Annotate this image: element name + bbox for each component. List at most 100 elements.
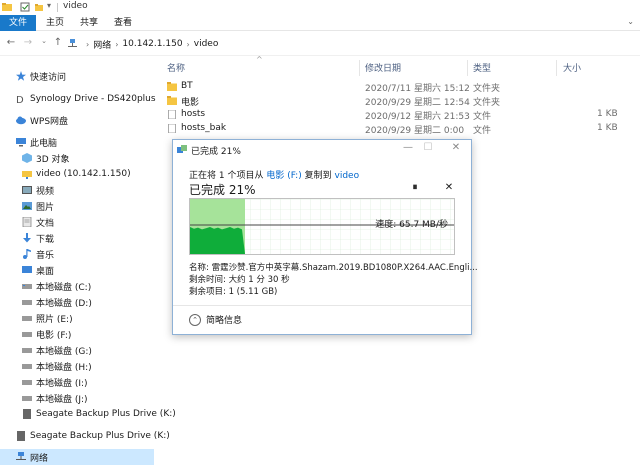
document-icon xyxy=(22,217,32,227)
music-icon xyxy=(23,249,31,259)
recent-dropdown-icon[interactable]: ⌄ xyxy=(38,37,50,45)
column-divider[interactable] xyxy=(556,60,557,76)
sidebar-item-drive-e[interactable]: 照片 (E:) xyxy=(0,310,154,326)
column-header-type[interactable]: 类型 xyxy=(473,61,491,75)
minimize-icon[interactable]: — xyxy=(401,142,415,153)
breadcrumb-video[interactable]: video xyxy=(194,39,219,49)
folder-icon xyxy=(2,3,12,11)
sidebar-item-drive-d[interactable]: 本地磁盘 (D:) xyxy=(0,294,154,310)
speed-label: 速度: 65.7 MB/秒 xyxy=(375,220,448,230)
drive-icon xyxy=(22,380,32,385)
column-divider[interactable] xyxy=(467,60,468,76)
sidebar-item-this-pc[interactable]: 此电脑 xyxy=(0,134,154,150)
svg-text:D: D xyxy=(16,95,24,104)
breadcrumb-chevron-icon: › xyxy=(86,39,90,49)
quick-access-dropdown-icon[interactable]: ▾ xyxy=(47,1,57,11)
forward-arrow-icon[interactable]: → xyxy=(22,37,34,48)
transfer-speed-graph: 速度: 65.7 MB/秒 xyxy=(189,198,455,255)
sidebar-item-seagate-k[interactable]: Seagate Backup Plus Drive (K:) xyxy=(0,406,176,422)
sidebar-item-seagate-k-root[interactable]: Seagate Backup Plus Drive (K:) xyxy=(0,428,170,444)
file-icon xyxy=(168,110,176,119)
title-bar: ▾ video xyxy=(0,0,640,15)
file-row[interactable]: hosts 2020/9/12 星期六 21:53 文件 1 KB xyxy=(165,108,635,122)
copy-progress-dialog: 已完成 21% — ☐ ✕ 正在将 1 个项目从 电影 (F:) 复制到 vid… xyxy=(172,139,478,335)
sidebar-item-documents[interactable]: 文档 xyxy=(0,214,154,230)
ribbon-tabs: 文件 主页 共享 查看 ⌄ xyxy=(0,15,640,31)
source-link[interactable]: 电影 (F:) xyxy=(266,171,301,181)
tab-view[interactable]: 查看 xyxy=(108,15,138,31)
sidebar-item-drive-c[interactable]: 本地磁盘 (C:) xyxy=(0,278,154,294)
file-row[interactable]: hosts_bak 2020/9/29 星期二 0:00 文件 1 KB xyxy=(165,122,635,136)
divider xyxy=(57,3,58,12)
breadcrumb-host[interactable]: 10.142.1.150 xyxy=(122,39,182,49)
video-icon xyxy=(22,186,32,194)
copy-icon xyxy=(177,145,187,153)
cloud-icon xyxy=(16,116,26,125)
sidebar-item-desktop[interactable]: 桌面 xyxy=(0,262,154,278)
cancel-icon[interactable]: ✕ xyxy=(443,182,455,193)
network-icon xyxy=(16,452,26,460)
computer-icon xyxy=(16,138,26,147)
column-divider[interactable] xyxy=(359,60,360,76)
properties-icon[interactable] xyxy=(20,2,30,12)
address-path[interactable]: › 网络 › 10.142.1.150 › video xyxy=(67,37,637,51)
sidebar-item-3d-objects[interactable]: 3D 对象 xyxy=(0,150,154,166)
sidebar-item-music[interactable]: 音乐 xyxy=(0,246,154,262)
sort-indicator-icon: ^ xyxy=(256,55,263,64)
sidebar-item-synology[interactable]: D Synology Drive - DS420plus xyxy=(0,91,156,107)
tab-share[interactable]: 共享 xyxy=(74,15,104,31)
tab-file[interactable]: 文件 xyxy=(0,15,36,31)
file-row[interactable]: 电影 2020/9/29 星期二 12:54 文件夹 xyxy=(165,94,635,108)
file-name-info: 名称: 雷霆沙赞.官方中英字幕.Shazam.2019.BD1080P.X264… xyxy=(189,263,478,273)
file-row[interactable]: BT 2020/7/11 星期六 15:12 文件夹 xyxy=(165,80,635,94)
network-folder-icon xyxy=(22,171,32,179)
progress-status: 已完成 21% xyxy=(189,183,256,197)
breadcrumb-chevron-icon: › xyxy=(186,39,190,49)
less-info-button[interactable]: ⌃ 简略信息 xyxy=(189,313,242,326)
window-title: video xyxy=(63,1,88,11)
navigation-pane: 快速访问 D Synology Drive - DS420plus WPS网盘 … xyxy=(0,60,176,476)
folder-icon xyxy=(167,82,177,91)
drive-icon xyxy=(22,348,32,353)
sidebar-item-drive-h[interactable]: 本地磁盘 (H:) xyxy=(0,358,154,374)
sidebar-item-drive-g[interactable]: 本地磁盘 (G:) xyxy=(0,342,154,358)
tab-home[interactable]: 主页 xyxy=(40,15,70,31)
file-icon xyxy=(168,124,176,133)
sidebar-item-drive-i[interactable]: 本地磁盘 (I:) xyxy=(0,374,154,390)
sidebar-item-downloads[interactable]: 下载 xyxy=(0,230,154,246)
column-header-size[interactable]: 大小 xyxy=(563,61,581,75)
drive-icon xyxy=(22,316,32,321)
close-icon[interactable]: ✕ xyxy=(449,142,463,153)
maximize-icon[interactable]: ☐ xyxy=(421,142,435,153)
pause-icon[interactable]: ⏸ xyxy=(409,182,421,193)
sidebar-item-drive-f[interactable]: 电影 (F:) xyxy=(0,326,154,342)
new-folder-icon[interactable] xyxy=(34,2,44,12)
sidebar-item-network[interactable]: 网络 xyxy=(0,449,154,465)
breadcrumb-network[interactable]: 网络 xyxy=(93,38,111,51)
address-bar-row: ← → ⌄ ↑ › 网络 › 10.142.1.150 › video xyxy=(0,32,640,56)
sidebar-item-quick-access[interactable]: 快速访问 xyxy=(0,68,154,84)
external-drive-icon xyxy=(17,431,25,441)
star-icon xyxy=(16,71,26,81)
drive-icon xyxy=(22,396,32,401)
column-header-name[interactable]: 名称 xyxy=(167,61,185,75)
breadcrumb-chevron-icon: › xyxy=(115,39,119,49)
cube-icon xyxy=(22,153,32,163)
synology-icon: D xyxy=(16,95,24,104)
sidebar-item-video-network[interactable]: video (10.142.1.150) xyxy=(0,166,154,182)
drive-icon xyxy=(22,332,32,337)
desktop-icon xyxy=(22,266,32,273)
destination-link[interactable]: video xyxy=(335,171,360,181)
drive-icon xyxy=(22,364,32,369)
back-arrow-icon[interactable]: ← xyxy=(5,37,17,48)
sidebar-item-wps[interactable]: WPS网盘 xyxy=(0,112,154,128)
picture-icon xyxy=(22,202,32,210)
folder-icon xyxy=(167,96,177,105)
sidebar-item-videos[interactable]: 视频 xyxy=(0,182,154,198)
column-header-date[interactable]: 修改日期 xyxy=(365,61,401,75)
ribbon-expand-icon[interactable]: ⌄ xyxy=(627,17,634,26)
time-remaining-info: 剩余时间: 大约 1 分 30 秒 xyxy=(189,275,290,285)
sidebar-item-pictures[interactable]: 图片 xyxy=(0,198,154,214)
up-arrow-icon[interactable]: ↑ xyxy=(52,37,64,48)
sidebar-item-drive-j[interactable]: 本地磁盘 (J:) xyxy=(0,390,154,406)
